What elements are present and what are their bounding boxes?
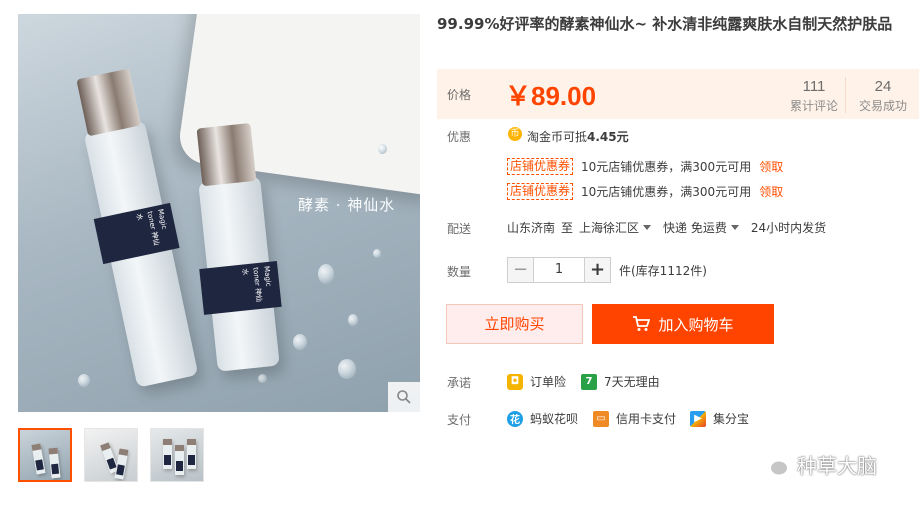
payment-item-label: 信用卡支付 — [616, 412, 677, 426]
bottle-icon — [163, 439, 172, 469]
reviews-label: 累计评论 — [789, 99, 838, 113]
ship-to-select[interactable]: 上海徐汇区 — [579, 219, 639, 236]
water-drop — [338, 359, 356, 379]
thumbnail-1[interactable] — [18, 428, 72, 482]
promise-item-label: 订单险 — [530, 375, 567, 389]
price-label: 价格 — [447, 88, 472, 102]
coupon-desc: 10元店铺优惠券，满300元可用 — [581, 184, 752, 199]
product-bottle: Magic toner 神仙水 — [76, 68, 199, 388]
water-drop — [258, 374, 267, 383]
quantity-stepper: − 1 + 件(库存1112件) — [507, 257, 707, 283]
promo-label: 优惠 — [447, 130, 472, 144]
coupon-row: 店铺优惠券 10元店铺优惠券，满300元可用 领取 — [507, 157, 783, 175]
bottle-icon — [175, 445, 184, 475]
add-to-cart-label: 加入购物车 — [658, 315, 734, 334]
bottle-label: Magic toner 神仙水 — [93, 202, 180, 265]
quantity-decrease-button[interactable]: − — [507, 257, 534, 283]
water-drop — [293, 334, 307, 350]
bottle-icon — [48, 447, 61, 479]
sales-stat: 24 交易成功 — [855, 77, 911, 115]
payment-item-label: 集分宝 — [713, 412, 750, 426]
coupon-row: 店铺优惠券 10元店铺优惠券，满300元可用 领取 — [507, 182, 783, 200]
zoom-button[interactable] — [388, 382, 420, 412]
coin-text-prefix: 淘金币可抵 — [527, 130, 588, 144]
product-title: 99.99%好评率的酵素神仙水~ 补水清非纯露爽肤水自制天然护肤品 — [437, 15, 893, 33]
payment-item[interactable]: 花 蚂蚁花呗 — [507, 410, 578, 427]
buy-now-button[interactable]: 立即购买 — [446, 304, 583, 344]
reviews-count: 111 — [802, 78, 826, 95]
ship-method-select[interactable]: 快递 免运费 — [663, 219, 727, 236]
water-drop — [378, 144, 387, 154]
promise-item[interactable]: ◘ 订单险 — [507, 373, 566, 390]
credit-card-icon: ▭ — [593, 410, 609, 427]
divider — [845, 77, 846, 113]
coupon-desc: 10元店铺优惠券，满300元可用 — [581, 159, 752, 174]
photo-watermark: 酵素 · 神仙水 — [298, 196, 396, 214]
price-panel: 价格 ￥89.00 111 累计评论 24 交易成功 — [437, 69, 919, 119]
water-drop — [78, 374, 90, 387]
watermark-text: 种草大脑 — [797, 454, 877, 478]
order-insurance-icon: ◘ — [507, 373, 523, 390]
magnifier-icon — [397, 390, 411, 404]
bottle-cap — [76, 68, 142, 137]
shipping-row: 山东济南 至 上海徐汇区 快递 免运费 24小时内发货 — [507, 219, 832, 236]
ship-from: 山东济南 — [507, 221, 556, 235]
water-drop — [318, 264, 334, 284]
chevron-down-icon[interactable] — [730, 225, 739, 230]
bottle-icon — [31, 443, 46, 475]
coin-deduction: 淘金币可抵4.45元 — [527, 128, 629, 145]
product-bottle: Magic toner 神仙水 — [196, 122, 282, 372]
bottle-label: Magic toner 神仙水 — [199, 260, 282, 315]
thumbnail-3[interactable] — [150, 428, 204, 482]
promise-item[interactable]: 7 7天无理由 — [581, 373, 660, 390]
wechat-watermark: 种草大脑 — [757, 450, 877, 479]
payment-item[interactable]: ▭ 信用卡支付 — [593, 410, 676, 427]
stock-info: 件(库存1112件) — [619, 263, 707, 278]
thumbnail-2[interactable] — [84, 428, 138, 482]
seven-day-return-icon: 7 — [581, 373, 597, 390]
quantity-increase-button[interactable]: + — [584, 257, 611, 283]
bottle-icon — [187, 439, 196, 469]
payment-item-label: 蚂蚁花呗 — [530, 412, 579, 426]
payment-item[interactable]: ▶ 集分宝 — [690, 410, 749, 427]
shipping-label: 配送 — [447, 222, 472, 236]
taojinbi-coin-icon: 币 — [508, 127, 522, 141]
thumbnail-strip — [18, 428, 204, 482]
add-to-cart-button[interactable]: 加入购物车 — [592, 304, 774, 344]
bottle-cap — [196, 122, 257, 187]
sales-count: 24 — [874, 78, 892, 95]
water-drop — [348, 314, 358, 326]
coupon-get-link[interactable]: 领取 — [759, 183, 783, 200]
huabei-icon: 花 — [507, 410, 523, 427]
quantity-input[interactable]: 1 — [534, 257, 584, 283]
quantity-label: 数量 — [447, 265, 472, 279]
coupon-tag: 店铺优惠券 — [507, 182, 574, 200]
main-product-image[interactable]: Magic toner 神仙水 Magic toner 神仙水 酵素 · 神仙水 — [18, 14, 420, 412]
water-drop — [373, 249, 381, 258]
chevron-down-icon[interactable] — [643, 225, 652, 230]
promise-item-label: 7天无理由 — [604, 375, 660, 389]
coin-amount: 4.45元 — [587, 130, 629, 144]
payment-label: 支付 — [447, 413, 472, 427]
coupon-tag: 店铺优惠券 — [507, 157, 574, 175]
reviews-stat[interactable]: 111 累计评论 — [787, 77, 841, 115]
cart-icon — [633, 316, 651, 331]
ship-dispatch: 24小时内发货 — [750, 221, 827, 235]
price-value: ￥89.00 — [505, 81, 597, 111]
jifenbao-icon: ▶ — [690, 410, 706, 427]
sales-label: 交易成功 — [858, 99, 907, 113]
coupon-get-link[interactable]: 领取 — [759, 158, 783, 175]
bottle-icon — [114, 448, 129, 480]
ship-to-word: 至 — [561, 221, 574, 235]
wechat-icon — [758, 452, 789, 476]
promise-label: 承诺 — [447, 376, 472, 390]
